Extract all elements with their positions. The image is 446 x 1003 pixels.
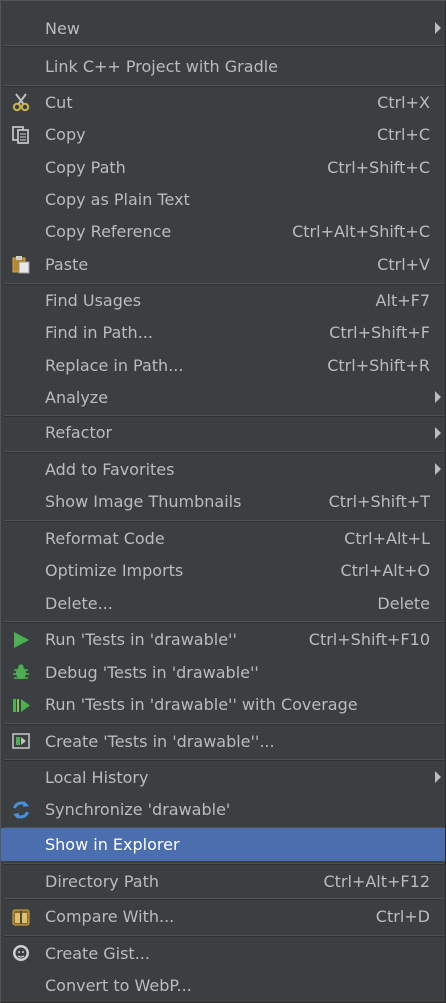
menu-item-reformat-code[interactable]: Reformat Code Ctrl+Alt+L — [1, 522, 445, 554]
menu-item-label: Add to Favorites — [45, 459, 175, 479]
menu-item-shortcut: Ctrl+Alt+L — [344, 528, 430, 548]
menu-item-label: New — [45, 18, 80, 38]
menu-item-debug-tests[interactable]: Debug 'Tests in 'drawable'' — [1, 656, 445, 688]
copy-icon — [10, 124, 32, 146]
menu-item-convert-to-webp[interactable]: Convert to WebP... — [1, 969, 445, 1001]
separator — [4, 45, 444, 47]
menu-item-add-to-favorites[interactable]: Add to Favorites — [1, 453, 445, 485]
menu-item-label: Create 'Tests in 'drawable''... — [45, 731, 275, 751]
menu-item-create-gist[interactable]: Create Gist... — [1, 937, 445, 969]
menu-item-label: Copy — [45, 125, 86, 144]
menu-item-show-image-thumbnails[interactable]: Show Image Thumbnails Ctrl+Shift+T — [1, 485, 445, 518]
submenu-arrow-icon — [435, 426, 441, 439]
menu-item-label: Replace in Path... — [45, 355, 184, 375]
menu-item-label: Create Gist... — [45, 943, 150, 963]
menu-item-label: Reformat Code — [45, 528, 165, 548]
menu-item-label: Compare With... — [45, 907, 175, 926]
menu-item-label: Paste — [45, 254, 89, 274]
menu-item-shortcut: Ctrl+Shift+F10 — [308, 630, 430, 649]
sync-icon — [10, 799, 32, 821]
scissors-icon — [10, 91, 32, 113]
coverage-icon — [10, 694, 32, 716]
menu-item-replace-in-path[interactable]: Replace in Path... Ctrl+Shift+R — [1, 349, 445, 381]
menu-item-label: Run 'Tests in 'drawable'' — [45, 630, 237, 649]
menu-item-paste[interactable]: Paste Ctrl+V — [1, 248, 445, 280]
menu-item-shortcut: Ctrl+Alt+O — [340, 561, 430, 580]
submenu-arrow-icon — [435, 391, 441, 403]
menu-item-label: Copy Reference — [45, 222, 172, 241]
menu-item-local-history[interactable]: Local History — [1, 761, 445, 793]
menu-item-label: Local History — [45, 767, 149, 787]
menu-item-label: Find in Path... — [45, 323, 153, 342]
menu-item-optimize-imports[interactable]: Optimize Imports Ctrl+Alt+O — [1, 554, 445, 587]
menu-item-shortcut: Ctrl+D — [375, 907, 430, 926]
menu-item-label: Find Usages — [45, 290, 142, 310]
menu-item-cut[interactable]: Cut Ctrl+X — [1, 86, 445, 118]
menu-item-shortcut: Ctrl+Shift+T — [328, 492, 430, 511]
menu-item-copy-reference[interactable]: Copy Reference Ctrl+Alt+Shift+C — [1, 215, 445, 248]
menu-item-label: Optimize Imports — [45, 561, 184, 580]
menu-item-shortcut: Ctrl+Shift+R — [327, 355, 430, 375]
menu-item-shortcut: Ctrl+Alt+Shift+C — [292, 222, 430, 241]
menu-item-label: Copy Path — [45, 157, 126, 177]
run-icon — [10, 629, 32, 651]
menu-item-shortcut: Ctrl+Alt+F12 — [323, 871, 430, 891]
menu-item-shortcut: Ctrl+X — [377, 92, 430, 112]
menu-item-shortcut: Delete — [377, 593, 430, 613]
github-icon — [10, 942, 32, 964]
menu-item-label: Analyze — [45, 387, 109, 407]
create-test-icon — [10, 730, 32, 752]
submenu-arrow-icon — [435, 22, 441, 34]
menu-item-label: Synchronize 'drawable' — [45, 800, 231, 819]
menu-item-synchronize[interactable]: Synchronize 'drawable' — [1, 793, 445, 826]
menu-item-link-cpp-project[interactable]: Link C++ Project with Gradle — [1, 50, 445, 83]
menu-item-label: Run 'Tests in 'drawable'' with Coverage — [45, 695, 358, 714]
menu-item-compare-with[interactable]: Compare With... Ctrl+D — [1, 900, 445, 933]
menu-item-shortcut: Ctrl+Shift+F — [329, 323, 430, 342]
submenu-arrow-icon — [435, 463, 441, 475]
menu-item-shortcut: Ctrl+V — [377, 254, 430, 274]
menu-item-label: Show in Explorer — [45, 835, 180, 854]
menu-item-delete[interactable]: Delete... Delete — [1, 587, 445, 619]
menu-item-directory-path[interactable]: Directory Path Ctrl+Alt+F12 — [1, 865, 445, 897]
menu-item-copy-plain-text[interactable]: Copy as Plain Text — [1, 183, 445, 215]
menu-item-label: Refactor — [45, 423, 113, 442]
submenu-arrow-icon — [435, 771, 441, 783]
menu-item-shortcut: Alt+F7 — [375, 290, 430, 310]
menu-item-shortcut: Ctrl+Shift+C — [327, 157, 430, 177]
menu-item-label: Cut — [45, 92, 73, 112]
menu-item-refactor[interactable]: Refactor — [1, 416, 445, 449]
menu-item-find-in-path[interactable]: Find in Path... Ctrl+Shift+F — [1, 316, 445, 349]
menu-item-label: Convert to WebP... — [45, 975, 192, 995]
menu-item-label: Show Image Thumbnails — [45, 492, 242, 511]
menu-item-new[interactable]: New — [1, 12, 445, 44]
menu-item-run-tests[interactable]: Run 'Tests in 'drawable'' Ctrl+Shift+F10 — [1, 623, 445, 656]
menu-item-copy[interactable]: Copy Ctrl+C — [1, 118, 445, 151]
paste-icon — [10, 253, 32, 275]
menu-item-label: Delete... — [45, 593, 113, 613]
menu-item-run-with-coverage[interactable]: Run 'Tests in 'drawable'' with Coverage — [1, 688, 445, 721]
menu-item-label: Debug 'Tests in 'drawable'' — [45, 662, 259, 682]
menu-item-find-usages[interactable]: Find Usages Alt+F7 — [1, 284, 445, 316]
compare-icon — [10, 906, 32, 928]
menu-item-label: Link C++ Project with Gradle — [45, 57, 279, 76]
menu-item-label: Copy as Plain Text — [45, 189, 190, 209]
menu-item-shortcut: Ctrl+C — [376, 125, 430, 144]
menu-item-analyze[interactable]: Analyze — [1, 381, 445, 413]
menu-item-copy-path[interactable]: Copy Path Ctrl+Shift+C — [1, 151, 445, 183]
debug-icon — [10, 661, 32, 683]
context-menu: New Link C++ Project with Gradle Cut Ctr… — [0, 0, 446, 1003]
menu-item-create-tests[interactable]: Create 'Tests in 'drawable''... — [1, 725, 445, 757]
menu-item-label: Directory Path — [45, 871, 159, 891]
menu-item-show-in-explorer[interactable]: Show in Explorer — [1, 828, 445, 861]
